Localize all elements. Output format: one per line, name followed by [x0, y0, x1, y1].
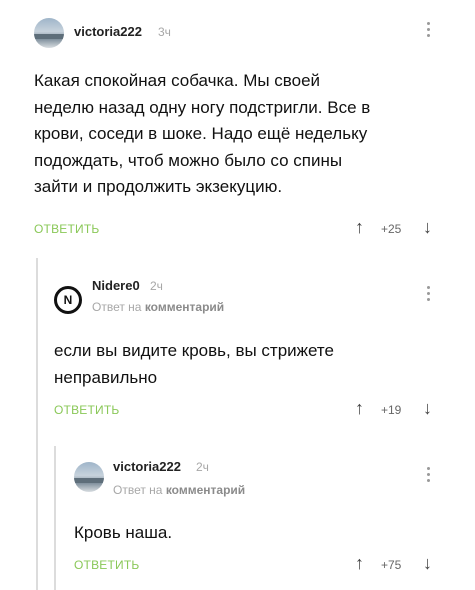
avatar[interactable] — [74, 462, 104, 492]
reply-to-link[interactable]: Ответ на комментарий — [113, 483, 245, 497]
arrow-up-icon[interactable]: ↑ — [355, 399, 364, 417]
comment-text: если вы видите кровь, вы стрижете неправ… — [54, 338, 334, 391]
thread-line — [36, 258, 38, 590]
comment-text-line: неделю назад одну ногу подстригли. Все в — [34, 97, 371, 117]
reply-prefix: Ответ на — [92, 300, 142, 314]
more-options-icon[interactable] — [427, 286, 431, 304]
comment-time: 3ч — [158, 25, 171, 39]
reply-button[interactable]: ОТВЕТИТЬ — [54, 403, 119, 417]
author-name[interactable]: victoria222 — [74, 24, 142, 39]
reply-button[interactable]: ОТВЕТИТЬ — [74, 558, 139, 572]
comment-text-line: неправильно — [54, 367, 158, 387]
reply-target[interactable]: комментарий — [145, 300, 224, 314]
comment-text: Какая спокойная собачка. Мы своей неделю… — [34, 68, 370, 201]
thread-line — [54, 446, 56, 590]
comment-text: Кровь наша. — [74, 520, 172, 547]
avatar[interactable]: N — [54, 286, 82, 314]
reply-prefix: Ответ на — [113, 483, 163, 497]
reply-button[interactable]: ОТВЕТИТЬ — [34, 222, 99, 236]
comment-text-line: крови, соседи в шоке. Надо ещё недельку — [34, 124, 368, 143]
comment-time: 2ч — [150, 279, 163, 293]
more-options-icon[interactable] — [427, 22, 431, 40]
comment-time: 2ч — [196, 460, 209, 474]
arrow-down-icon[interactable]: ↓ — [423, 554, 432, 572]
avatar[interactable] — [34, 18, 64, 48]
author-name[interactable]: Nidere0 — [92, 278, 140, 293]
reply-to-link[interactable]: Ответ на комментарий — [92, 300, 224, 314]
vote-score: +19 — [381, 403, 402, 417]
more-options-icon[interactable] — [427, 467, 431, 485]
comment-text-line: если вы видите кровь, вы стрижете — [54, 341, 334, 360]
arrow-down-icon[interactable]: ↓ — [423, 218, 432, 236]
comment-text-line: Кровь наша. — [74, 523, 173, 542]
avatar-letter: N — [63, 293, 73, 307]
arrow-down-icon[interactable]: ↓ — [423, 399, 432, 417]
arrow-up-icon[interactable]: ↑ — [355, 554, 364, 572]
vote-score: +75 — [381, 558, 402, 572]
arrow-up-icon[interactable]: ↑ — [355, 218, 364, 236]
comment-text-line: зайти и продолжить экзекуцию. — [34, 177, 283, 196]
comment-text-line: подождать, чтоб можно было со спины — [34, 150, 343, 170]
reply-target[interactable]: комментарий — [166, 483, 245, 497]
vote-score: +25 — [381, 222, 402, 236]
comment-text-line: Какая спокойная собачка. Мы своей — [34, 71, 321, 90]
author-name[interactable]: victoria222 — [113, 459, 181, 474]
